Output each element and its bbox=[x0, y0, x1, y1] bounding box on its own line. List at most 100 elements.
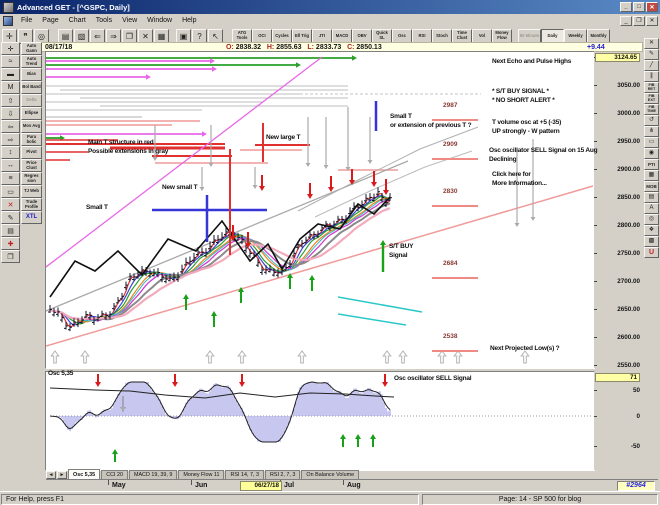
arrow-left-icon[interactable]: ⇦ bbox=[1, 120, 20, 133]
price-tick-mark bbox=[594, 337, 597, 338]
expand-vertical-icon[interactable]: ↕ bbox=[1, 146, 20, 159]
arrow-up-icon[interactable]: ⇧ bbox=[1, 94, 20, 107]
study-tj-web[interactable]: TJ Web bbox=[21, 185, 42, 198]
chart-window-icon[interactable]: ▤ bbox=[644, 192, 659, 203]
mob-ellipse-icon[interactable]: ◉ bbox=[644, 148, 659, 159]
study-xtl[interactable]: XTL bbox=[21, 211, 42, 224]
menu-page[interactable]: Page bbox=[37, 17, 63, 24]
fib-retracement-icon[interactable]: FIB RET bbox=[644, 82, 659, 93]
clear-drawings-icon[interactable]: ✕ bbox=[1, 198, 20, 211]
study-auto-trend[interactable]: Auto Trend bbox=[21, 55, 42, 68]
draw-lines-icon[interactable]: ✎ bbox=[1, 211, 20, 224]
elliott-count-icon[interactable]: M bbox=[1, 81, 20, 94]
study-trade-profile[interactable]: Trade Profile bbox=[21, 198, 42, 211]
menu-view[interactable]: View bbox=[117, 17, 142, 24]
delete-drawing-icon[interactable]: ✕ bbox=[644, 38, 659, 49]
oscillator-scale[interactable]: 71 50 0 -50 bbox=[594, 372, 642, 470]
pencil-icon[interactable]: ✎ bbox=[644, 49, 659, 60]
tab-cci-20[interactable]: CCI 20 bbox=[101, 470, 128, 479]
fan-lines-icon[interactable]: ⋔ bbox=[644, 126, 659, 137]
net-change: +9.44 bbox=[587, 44, 605, 51]
box-tool-icon[interactable]: ▭ bbox=[1, 185, 20, 198]
child-minimize-button[interactable]: _ bbox=[620, 15, 632, 26]
study-price-clust[interactable]: Price Clust bbox=[21, 159, 42, 172]
osc-tick-mark bbox=[594, 446, 597, 447]
ruler-icon[interactable]: ▬ bbox=[1, 68, 20, 81]
price-tick-mark bbox=[594, 309, 597, 310]
new-window-icon[interactable]: ❒ bbox=[1, 250, 20, 263]
tab-rsi-2-7-3[interactable]: RSI 2, 7, 3 bbox=[264, 470, 301, 479]
price-tick-mark bbox=[594, 169, 597, 170]
study-ellipse[interactable]: Ellipse bbox=[21, 107, 42, 120]
tab-osc-5-35[interactable]: Osc 5,35 bbox=[68, 469, 101, 479]
mob-icon[interactable]: MOB bbox=[644, 181, 659, 192]
menu-chart[interactable]: Chart bbox=[64, 17, 91, 24]
price-tick: 2700.00 bbox=[617, 278, 640, 285]
selected-date-box[interactable]: 06/27/18 bbox=[240, 481, 282, 491]
menu-file[interactable]: File bbox=[16, 17, 37, 24]
add-study-icon[interactable]: ✚ bbox=[1, 237, 20, 250]
price-chart-panel[interactable] bbox=[45, 51, 595, 369]
ohlc-value: 2850.13 bbox=[356, 44, 388, 51]
tab-on-balance-volume[interactable]: On Balance Volume bbox=[301, 470, 360, 479]
study-pivot[interactable]: Pivot bbox=[21, 146, 42, 159]
magnifier-icon[interactable]: ◎ bbox=[644, 214, 659, 225]
child-close-button[interactable]: ✕ bbox=[646, 15, 658, 26]
gann-tools-icon[interactable]: ✛ bbox=[1, 42, 20, 55]
study-mov-avg[interactable]: Mov Avg bbox=[21, 120, 42, 133]
fib-extension-icon[interactable]: FIB EXT bbox=[644, 93, 659, 104]
month-label-may: May bbox=[112, 482, 126, 489]
child-restore-button[interactable]: ❐ bbox=[633, 15, 645, 26]
tab-scroll-left[interactable]: ◄ bbox=[46, 471, 56, 479]
oscillator-panel[interactable] bbox=[45, 371, 595, 471]
study-regres-sion[interactable]: Regres sion bbox=[21, 172, 42, 185]
price-tick-mark bbox=[594, 253, 597, 254]
price-tick: 2850.00 bbox=[617, 194, 640, 201]
trend-lines-icon[interactable]: ▤ bbox=[1, 224, 20, 237]
menu-help[interactable]: Help bbox=[177, 17, 201, 24]
menu-window[interactable]: Window bbox=[142, 17, 177, 24]
pattern-fill-icon[interactable]: ▩ bbox=[644, 236, 659, 247]
price-tick-mark bbox=[594, 141, 597, 142]
tab-scroll-right[interactable]: ► bbox=[57, 471, 67, 479]
compress-icon[interactable]: ≡ bbox=[1, 172, 20, 185]
price-tick-mark bbox=[594, 85, 597, 86]
study-auto-gann[interactable]: Auto Gann bbox=[21, 42, 42, 55]
price-chart-canvas[interactable] bbox=[46, 52, 594, 368]
ohlc-label: L: bbox=[307, 44, 316, 51]
maximize-button[interactable]: □ bbox=[633, 2, 645, 12]
tab-money-flow-11[interactable]: Money Flow 11 bbox=[178, 470, 225, 479]
drawing-toolbar: ✛ ≈ ▬ M ⇧ ⇩ ⇦ ⇨ ↕ ↔ ≡ ▭ ✕ ✎ ▤ ✚ ❒ bbox=[1, 42, 20, 263]
last-price-box: 3124.65 bbox=[595, 53, 640, 62]
pti-icon[interactable]: PTI bbox=[644, 159, 659, 170]
box-draw-icon[interactable]: ▭ bbox=[644, 137, 659, 148]
menu-tools[interactable]: Tools bbox=[91, 17, 117, 24]
price-tick: 3000.00 bbox=[617, 110, 640, 117]
trendline-icon[interactable]: ╱ bbox=[644, 60, 659, 71]
update-icon[interactable]: U bbox=[644, 247, 659, 258]
wave-tool-icon[interactable]: ≈ bbox=[1, 55, 20, 68]
oscillator-canvas[interactable] bbox=[46, 372, 594, 470]
expand-horizontal-icon[interactable]: ↔ bbox=[1, 159, 20, 172]
osc-tick: 0 bbox=[636, 413, 640, 420]
tab-rsi-14-7-3[interactable]: RSI 14, 7, 3 bbox=[225, 470, 264, 479]
gann-circle-icon[interactable]: ↺ bbox=[644, 115, 659, 126]
arrow-down-icon[interactable]: ⇩ bbox=[1, 107, 20, 120]
fib-time-icon[interactable]: FIB TIME bbox=[644, 104, 659, 115]
study-bias[interactable]: Bias bbox=[21, 68, 42, 81]
price-scale[interactable]: 3124.65 3100.003050.003000.002950.002900… bbox=[594, 52, 642, 369]
text-tool-icon[interactable]: A bbox=[644, 203, 659, 214]
price-tick-mark bbox=[594, 365, 597, 366]
study-delta[interactable]: Delta bbox=[21, 94, 42, 107]
study-para-bolic[interactable]: Para bolic bbox=[21, 133, 42, 146]
grid-icon[interactable]: ▦ bbox=[644, 170, 659, 181]
ohlc-label: C: bbox=[347, 44, 357, 51]
tab-macd-19-39-9[interactable]: MACD 19, 39, 9 bbox=[128, 470, 178, 479]
parallel-lines-icon[interactable]: ∥ bbox=[644, 71, 659, 82]
minimize-button[interactable]: _ bbox=[620, 2, 632, 12]
color-palette-icon[interactable]: ❖ bbox=[644, 225, 659, 236]
study-bol-band[interactable]: Bol Band bbox=[21, 81, 42, 94]
close-button[interactable]: ✕ bbox=[646, 2, 658, 12]
arrow-right-icon[interactable]: ⇨ bbox=[1, 133, 20, 146]
ohlc-label: O: bbox=[226, 44, 236, 51]
